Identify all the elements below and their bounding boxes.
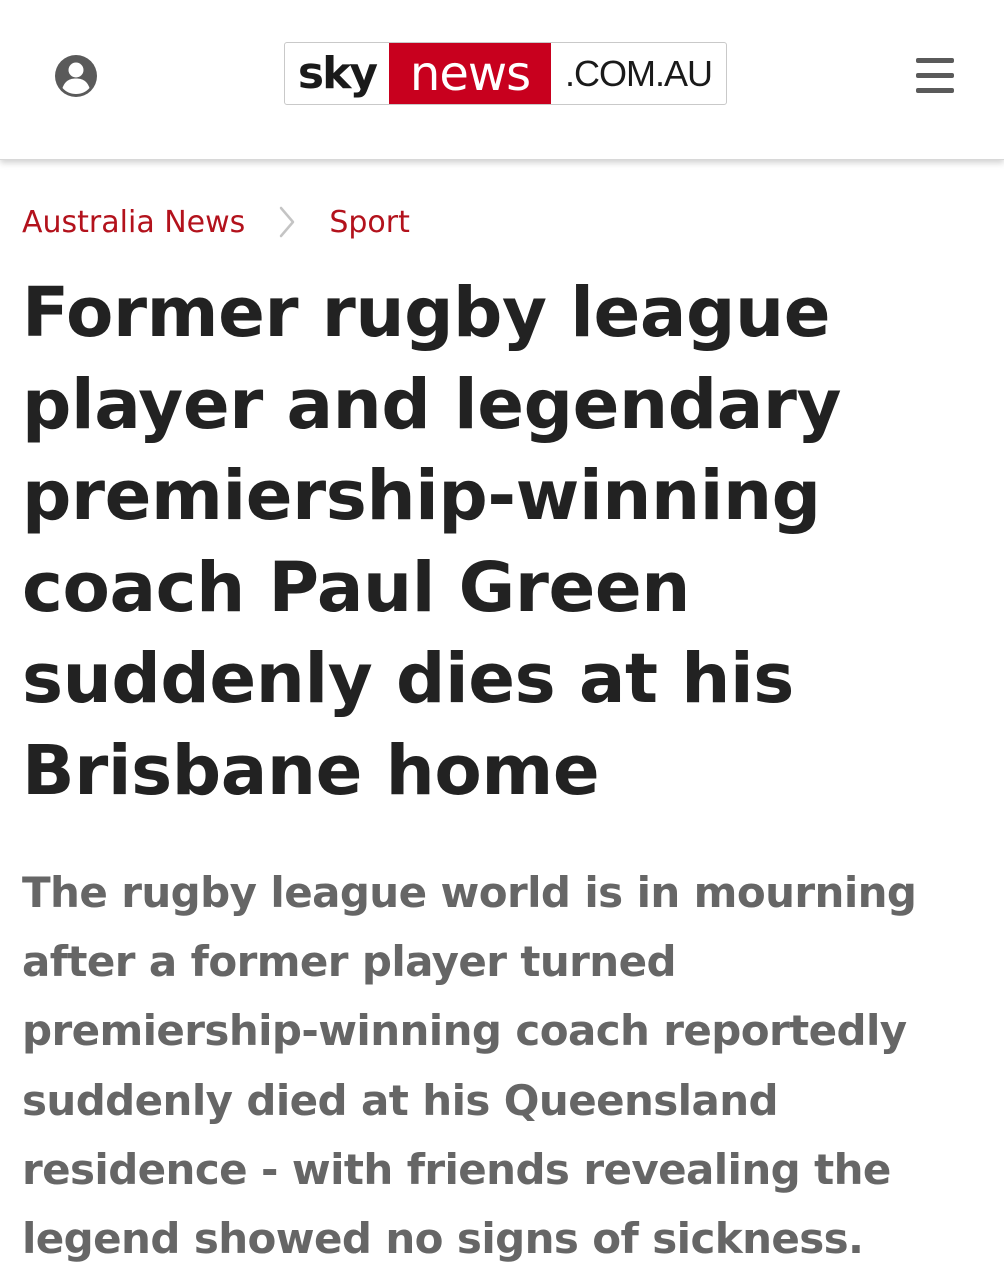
standfirst-line: residence - with friends revealing the (22, 1144, 891, 1194)
article-standfirst: The rugby league world is in mourning af… (22, 858, 982, 1273)
sky-news-logo[interactable]: sky news .COM.AU (284, 42, 727, 105)
logo-news-wordmark: news (389, 43, 551, 104)
hamburger-menu-icon (916, 58, 954, 63)
site-header: sky news .COM.AU (0, 0, 1004, 160)
menu-button[interactable] (914, 56, 956, 96)
headline-line: suddenly dies at his (22, 639, 794, 719)
breadcrumb-link-australia-news[interactable]: Australia News (22, 205, 245, 240)
account-button[interactable] (52, 52, 100, 100)
breadcrumb: Australia News Sport (22, 200, 410, 244)
standfirst-line: The rugby league world is in mourning (22, 868, 917, 917)
breadcrumb-link-sport[interactable]: Sport (329, 205, 410, 240)
headline-line: player and legendary (22, 364, 842, 445)
headline-line: coach Paul Green (22, 547, 690, 628)
headline-line: premiership-winning (22, 456, 821, 536)
logo-sky-wordmark: sky (297, 48, 378, 99)
standfirst-line: suddenly died at his Queensland (22, 1075, 779, 1125)
standfirst-line: legend showed no signs of sickness. (22, 1214, 864, 1264)
logo-domain-suffix: .COM.AU (564, 52, 713, 94)
article-headline: Former rugby league player and legendary… (22, 268, 982, 817)
user-circle-icon (55, 55, 97, 97)
headline-line: Brisbane home (22, 730, 600, 811)
headline-line: Former rugby league (22, 273, 831, 353)
standfirst-line: after a former player turned (22, 937, 677, 987)
chevron-right-icon (245, 200, 329, 244)
standfirst-line: premiership-winning coach reportedly (22, 1006, 907, 1056)
